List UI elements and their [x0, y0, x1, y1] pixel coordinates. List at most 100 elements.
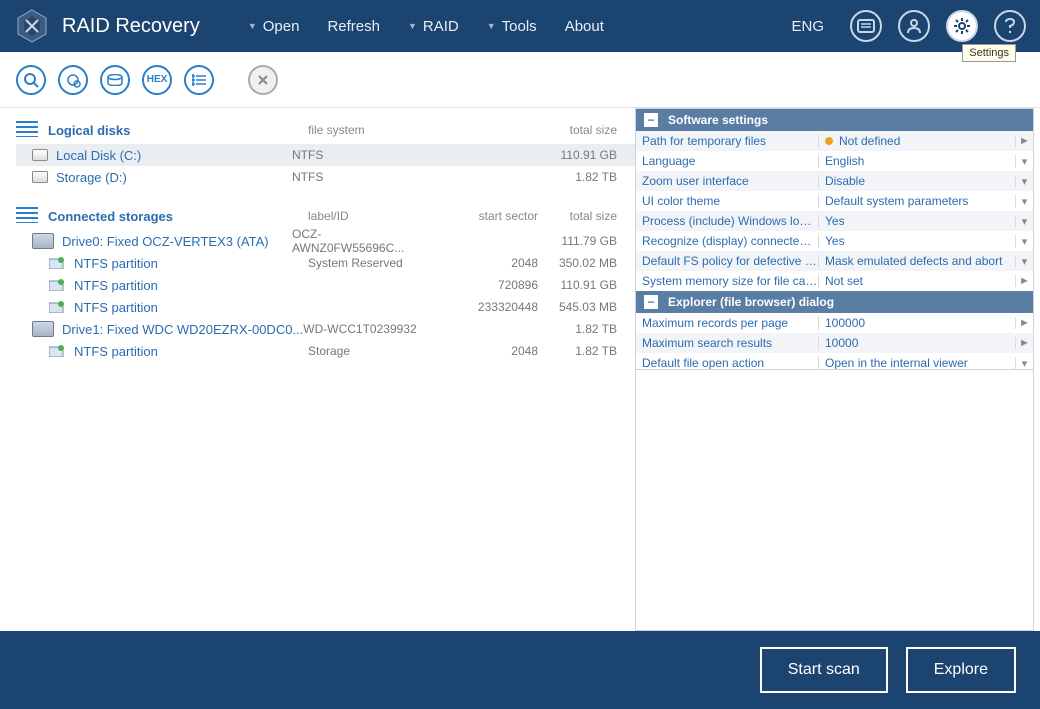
chevron-down-icon: ▼ [487, 21, 496, 31]
chevron-down-icon[interactable]: ▾ [1015, 235, 1033, 248]
settings-name: UI color theme [636, 194, 818, 208]
logical-disks-header: Logical disksfile systemtotal size [16, 116, 635, 144]
toolbar: HEX [0, 52, 1040, 108]
partition-row[interactable]: NTFS partition233320448545.03 MB [16, 296, 635, 318]
logical-disk-row[interactable]: Storage (D:)NTFS1.82 TB [16, 166, 635, 188]
app-title: RAID Recovery [62, 15, 200, 38]
close-icon[interactable] [248, 65, 278, 95]
settings-name: Maximum search results [636, 336, 818, 350]
partition-icon [48, 344, 66, 358]
disk-icon[interactable] [100, 65, 130, 95]
settings-row[interactable]: Process (include) Windows logical ...Yes… [636, 211, 1033, 231]
settings-tooltip: Settings [962, 44, 1016, 62]
settings-name: Default FS policy for defective blo... [636, 254, 818, 268]
settings-row[interactable]: Default FS policy for defective blo...Ma… [636, 251, 1033, 271]
list-icon[interactable] [184, 65, 214, 95]
settings-group-header[interactable]: −Software settings [636, 109, 1033, 131]
settings-value[interactable]: Not set [818, 274, 1015, 288]
drive-row[interactable]: Drive0: Fixed OCZ-VERTEX3 (ATA)OCZ-AWNZ0… [16, 230, 635, 252]
raid-logo-icon [14, 8, 50, 44]
chevron-down-icon[interactable]: ▾ [1015, 215, 1033, 228]
partition-row[interactable]: NTFS partitionStorage20481.82 TB [16, 340, 635, 362]
settings-name: Zoom user interface [636, 174, 818, 188]
search-icon[interactable] [16, 65, 46, 95]
arrow-right-icon[interactable]: ► [1015, 317, 1033, 329]
settings-detail-area [635, 370, 1034, 631]
disks-panel: Logical disksfile systemtotal sizeLocal … [0, 108, 635, 631]
settings-value[interactable]: 100000 [818, 316, 1015, 330]
drive-row[interactable]: Drive1: Fixed WDC WD20EZRX-00DC0...WD-WC… [16, 318, 635, 340]
menu-raid[interactable]: ▼RAID [408, 18, 459, 35]
chevron-down-icon[interactable]: ▾ [1015, 255, 1033, 268]
settings-name: Recognize (display) connected me... [636, 234, 818, 248]
settings-name: Default file open action [636, 356, 818, 370]
settings-row[interactable]: Default file open actionOpen in the inte… [636, 353, 1033, 370]
volume-icon [32, 149, 48, 161]
chevron-down-icon[interactable]: ▾ [1015, 195, 1033, 208]
settings-name: Maximum records per page [636, 316, 818, 330]
explore-button[interactable]: Explore [906, 647, 1016, 693]
settings-name: Language [636, 154, 818, 168]
settings-name: Path for temporary files [636, 134, 818, 148]
chevron-down-icon: ▼ [408, 21, 417, 31]
hex-icon[interactable]: HEX [142, 65, 172, 95]
chevron-down-icon[interactable]: ▾ [1015, 175, 1033, 188]
settings-value[interactable]: English [818, 154, 1015, 168]
main-area: Logical disksfile systemtotal sizeLocal … [0, 108, 1040, 631]
settings-name: System memory size for file cache... [636, 274, 818, 288]
menu-about[interactable]: About [565, 18, 604, 35]
connected-storages-header: Connected storageslabel/IDstart sectorto… [16, 202, 635, 230]
partition-icon [48, 256, 66, 270]
partition-row[interactable]: NTFS partition720896110.91 GB [16, 274, 635, 296]
collapse-icon[interactable]: − [644, 113, 658, 127]
settings-value[interactable]: Yes [818, 214, 1015, 228]
settings-value[interactable]: Disable [818, 174, 1015, 188]
drives-icon [16, 121, 38, 137]
header-right: ENG [791, 10, 1026, 42]
partition-row[interactable]: NTFS partitionSystem Reserved2048350.02 … [16, 252, 635, 274]
settings-row[interactable]: Recognize (display) connected me...Yes▾ [636, 231, 1033, 251]
logical-disk-row[interactable]: Local Disk (C:)NTFS110.91 GB [16, 144, 635, 166]
user-icon[interactable] [898, 10, 930, 42]
hdd-icon [32, 321, 54, 337]
app-header: RAID Recovery ▼Open Refresh ▼RAID ▼Tools Abo… [0, 0, 1040, 52]
settings-value[interactable]: Default system parameters [818, 194, 1015, 208]
arrow-right-icon[interactable]: ► [1015, 275, 1033, 287]
app-logo: RAID Recovery [14, 8, 200, 44]
chevron-down-icon[interactable]: ▾ [1015, 155, 1033, 168]
collapse-icon[interactable]: − [644, 295, 658, 309]
settings-value[interactable]: Open in the internal viewer [818, 356, 1015, 370]
settings-value[interactable]: Yes [818, 234, 1015, 248]
settings-value[interactable]: 10000 [818, 336, 1015, 350]
settings-icon[interactable] [946, 10, 978, 42]
settings-row[interactable]: Zoom user interfaceDisable▾ [636, 171, 1033, 191]
menu-tools[interactable]: ▼Tools [487, 18, 537, 35]
settings-row[interactable]: System memory size for file cache...Not … [636, 271, 1033, 291]
language-switch[interactable]: ENG [791, 18, 824, 35]
footer: Start scan Explore [0, 631, 1040, 709]
warning-dot-icon [825, 137, 833, 145]
chevron-down-icon: ▼ [248, 21, 257, 31]
settings-row[interactable]: Path for temporary filesNot defined► [636, 131, 1033, 151]
settings-row[interactable]: Maximum records per page100000► [636, 313, 1033, 333]
arrow-right-icon[interactable]: ► [1015, 337, 1033, 349]
chevron-down-icon[interactable]: ▾ [1015, 357, 1033, 370]
drives-icon [16, 207, 38, 223]
main-menu: ▼Open Refresh ▼RAID ▼Tools About [248, 18, 604, 35]
settings-value[interactable]: Not defined [818, 134, 1015, 148]
settings-value[interactable]: Mask emulated defects and abort [818, 254, 1015, 268]
partition-icon [48, 278, 66, 292]
menu-open[interactable]: ▼Open [248, 18, 300, 35]
settings-group-header[interactable]: −Explorer (file browser) dialog [636, 291, 1033, 313]
help-icon[interactable] [994, 10, 1026, 42]
arrow-right-icon[interactable]: ► [1015, 135, 1033, 147]
volume-icon [32, 171, 48, 183]
settings-row[interactable]: LanguageEnglish▾ [636, 151, 1033, 171]
settings-row[interactable]: Maximum search results10000► [636, 333, 1033, 353]
panel-toggle-icon[interactable] [850, 10, 882, 42]
start-scan-button[interactable]: Start scan [760, 647, 888, 693]
menu-refresh[interactable]: Refresh [327, 18, 380, 35]
target-icon[interactable] [58, 65, 88, 95]
settings-name: Process (include) Windows logical ... [636, 214, 818, 228]
settings-row[interactable]: UI color themeDefault system parameters▾ [636, 191, 1033, 211]
